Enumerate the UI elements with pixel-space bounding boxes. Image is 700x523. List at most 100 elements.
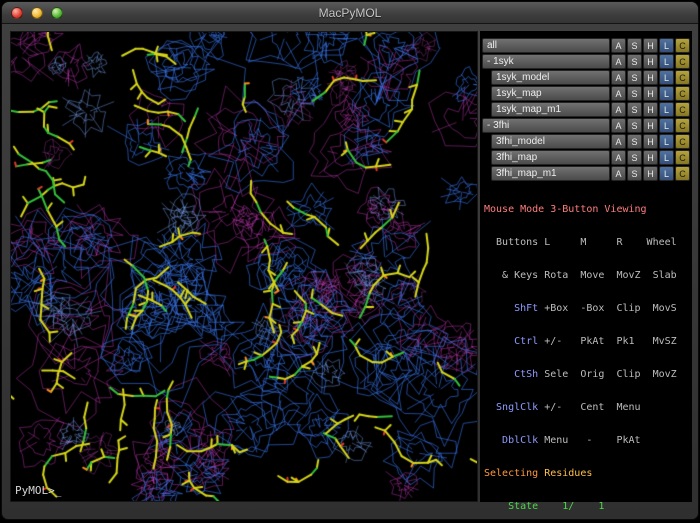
object-row-3fhi-map-m1: 3fhi_map_m1 A S H L C (482, 166, 690, 181)
action-a-button[interactable]: A (611, 86, 626, 101)
hide-h-button[interactable]: H (643, 134, 658, 149)
window-title: MacPyMOL (2, 6, 698, 20)
object-name-button[interactable]: 3fhi_model (491, 134, 610, 149)
color-c-button[interactable]: C (675, 102, 690, 117)
window-content: PyMOL>_ all A S H L C - 1syk A S H (2, 25, 698, 519)
hide-h-button[interactable]: H (643, 166, 658, 181)
label-l-button[interactable]: L (659, 118, 674, 133)
show-s-button[interactable]: S (627, 70, 642, 85)
show-s-button[interactable]: S (627, 38, 642, 53)
color-c-button[interactable]: C (675, 134, 690, 149)
close-button[interactable] (11, 7, 23, 19)
minimize-button[interactable] (31, 7, 43, 19)
object-row-1syk-map-m1: 1syk_map_m1 A S H L C (482, 102, 690, 117)
hide-h-button[interactable]: H (643, 70, 658, 85)
macpymol-window: MacPyMOL PyMOL>_ all A S H L C - 1syk A (1, 1, 699, 520)
action-a-button[interactable]: A (611, 166, 626, 181)
label-l-button[interactable]: L (659, 38, 674, 53)
mouse-help-line: SnglClk +/- Cent Menu (484, 402, 690, 413)
object-name-button[interactable]: 3fhi_map (491, 150, 610, 165)
object-name-button[interactable]: - 3fhi (482, 118, 610, 133)
mouse-help-line: CtSh Sele Orig Clip MovZ (484, 369, 690, 380)
mouse-help-line: Ctrl +/- PkAt Pk1 MvSZ (484, 336, 690, 347)
show-s-button[interactable]: S (627, 86, 642, 101)
object-row-3fhi-model: 3fhi_model A S H L C (482, 134, 690, 149)
state-value: 1/ 1 (538, 501, 604, 512)
object-row-1syk-group: - 1syk A S H L C (482, 54, 690, 69)
mouse-help-line: DblClk Menu - PkAt (484, 435, 690, 446)
action-a-button[interactable]: A (611, 102, 626, 117)
mouse-help-line: Buttons L M R Wheel (484, 237, 690, 248)
action-a-button[interactable]: A (611, 54, 626, 69)
molecular-viewport[interactable]: PyMOL>_ (10, 31, 478, 502)
command-prompt[interactable]: PyMOL>_ (15, 484, 61, 497)
mouse-values: +/- Cent Menu (538, 402, 640, 413)
hide-h-button[interactable]: H (643, 54, 658, 69)
selecting-label: Selecting (484, 468, 538, 479)
color-c-button[interactable]: C (675, 118, 690, 133)
label-l-button[interactable]: L (659, 54, 674, 69)
action-a-button[interactable]: A (611, 38, 626, 53)
object-name-button[interactable]: - 1syk (482, 54, 610, 69)
action-a-button[interactable]: A (611, 150, 626, 165)
object-row-3fhi-map: 3fhi_map A S H L C (482, 150, 690, 165)
label-l-button[interactable]: L (659, 134, 674, 149)
color-c-button[interactable]: C (675, 54, 690, 69)
mouse-label: & Keys (484, 270, 538, 281)
show-s-button[interactable]: S (627, 102, 642, 117)
object-name-button[interactable]: all (482, 38, 610, 53)
mouse-mode-panel: Mouse Mode 3-Button Viewing Buttons L M … (482, 182, 690, 520)
show-s-button[interactable]: S (627, 54, 642, 69)
color-c-button[interactable]: C (675, 86, 690, 101)
mouse-values: L M R Wheel (538, 237, 676, 248)
mouse-label: DblClk (484, 435, 538, 446)
viewport-canvas[interactable] (11, 32, 477, 501)
hide-h-button[interactable]: H (643, 102, 658, 117)
object-row-all: all A S H L C (482, 38, 690, 53)
label-l-button[interactable]: L (659, 70, 674, 85)
hide-h-button[interactable]: H (643, 86, 658, 101)
mouse-values: Rota Move MovZ Slab (538, 270, 676, 281)
show-s-button[interactable]: S (627, 166, 642, 181)
action-a-button[interactable]: A (611, 70, 626, 85)
mouse-label: ShFt (484, 303, 538, 314)
label-l-button[interactable]: L (659, 166, 674, 181)
action-a-button[interactable]: A (611, 118, 626, 133)
control-panel: all A S H L C - 1syk A S H L C 1syk_mode… (480, 31, 692, 502)
show-s-button[interactable]: S (627, 150, 642, 165)
mouse-help-line: & Keys Rota Move MovZ Slab (484, 270, 690, 281)
label-l-button[interactable]: L (659, 102, 674, 117)
state-line: State 1/ 1 (484, 501, 690, 512)
mouse-help-line: ShFt +Box -Box Clip MovS (484, 303, 690, 314)
object-name-button[interactable]: 1syk_map_m1 (491, 102, 610, 117)
object-row-1syk-map: 1syk_map A S H L C (482, 86, 690, 101)
label-l-button[interactable]: L (659, 86, 674, 101)
action-a-button[interactable]: A (611, 134, 626, 149)
mouse-label: SnglClk (484, 402, 538, 413)
mouse-values: Sele Orig Clip MovZ (538, 369, 676, 380)
mouse-values: +/- PkAt Pk1 MvSZ (538, 336, 676, 347)
show-s-button[interactable]: S (627, 118, 642, 133)
mouse-label: Buttons (484, 237, 538, 248)
object-name-button[interactable]: 1syk_map (491, 86, 610, 101)
color-c-button[interactable]: C (675, 38, 690, 53)
hide-h-button[interactable]: H (643, 118, 658, 133)
label-l-button[interactable]: L (659, 150, 674, 165)
titlebar[interactable]: MacPyMOL (2, 2, 698, 24)
state-label: State (484, 501, 538, 512)
mouse-label: Ctrl (484, 336, 538, 347)
color-c-button[interactable]: C (675, 166, 690, 181)
color-c-button[interactable]: C (675, 150, 690, 165)
object-name-button[interactable]: 1syk_model (491, 70, 610, 85)
mouse-text: Mouse Mode 3-Button Viewing (484, 204, 647, 215)
object-row-3fhi-group: - 3fhi A S H L C (482, 118, 690, 133)
traffic-lights (11, 7, 63, 19)
hide-h-button[interactable]: H (643, 150, 658, 165)
mouse-label: CtSh (484, 369, 538, 380)
hide-h-button[interactable]: H (643, 38, 658, 53)
color-c-button[interactable]: C (675, 70, 690, 85)
show-s-button[interactable]: S (627, 134, 642, 149)
selecting-mode-line[interactable]: Selecting Residues (484, 468, 690, 479)
zoom-button[interactable] (51, 7, 63, 19)
object-name-button[interactable]: 3fhi_map_m1 (491, 166, 610, 181)
